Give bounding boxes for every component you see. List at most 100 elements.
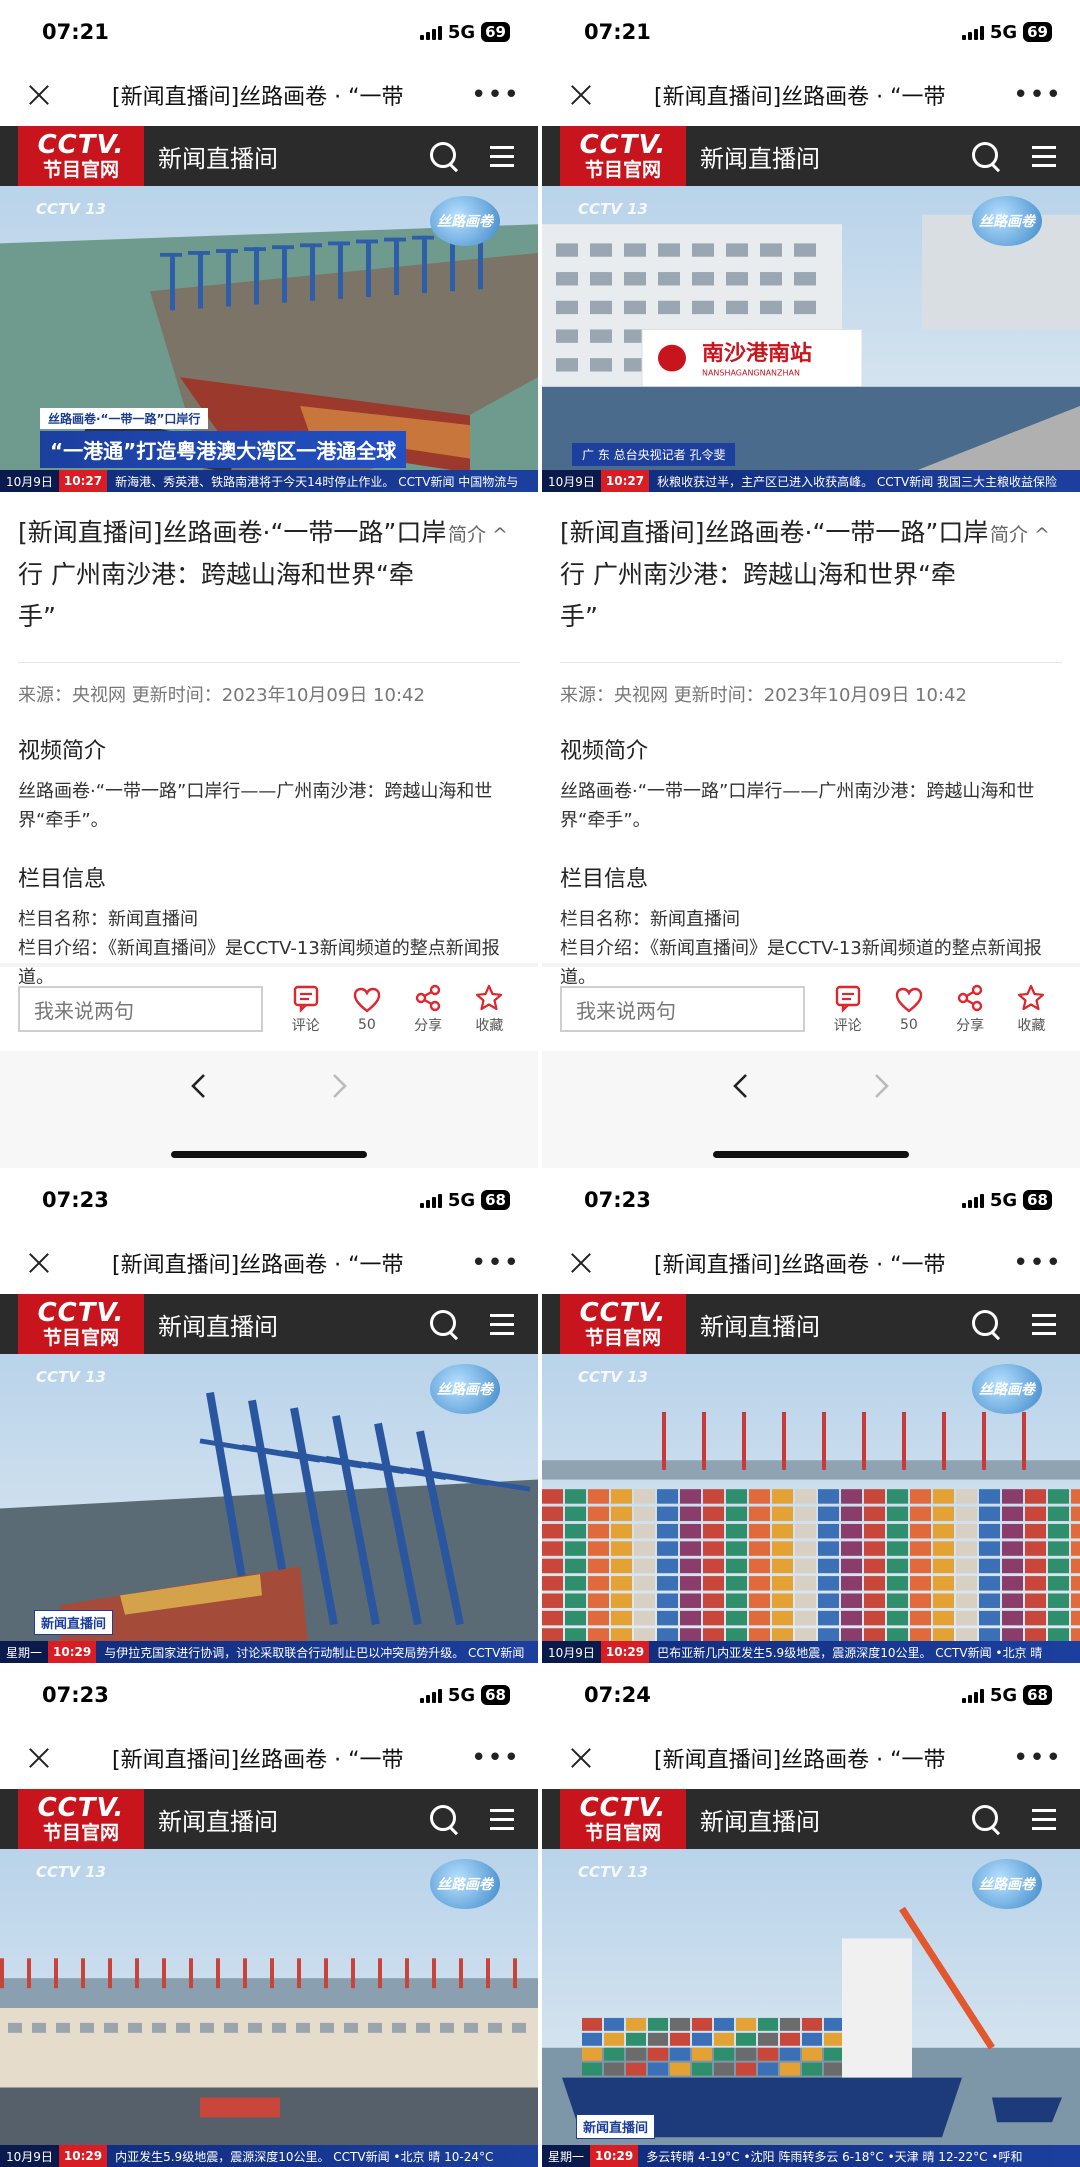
intro-toggle-button[interactable]: 简介 ^ (990, 512, 1062, 638)
phone-panel-6: 07:24 5G 68 [新闻直播间]丝路画卷 · “一带 ••• CCTV. … (542, 1663, 1080, 2167)
like-button[interactable]: 50 (878, 985, 939, 1033)
network-label: 5G (447, 1684, 476, 1706)
heart-icon (895, 987, 923, 1013)
comment-input[interactable]: 我来说两句 (18, 986, 264, 1032)
video-player[interactable]: CCTV 13 丝路画卷 新闻直播间 星期一 10:29 与伊拉克国家进行协调，… (0, 1354, 538, 1663)
silk-road-badge-icon: 丝路画卷 (972, 1364, 1042, 1414)
search-icon[interactable] (964, 1302, 1008, 1346)
more-icon[interactable]: ••• (1012, 1248, 1062, 1278)
status-bar: 07:24 5G 68 (542, 1663, 1080, 1727)
cctv-logo[interactable]: CCTV. 节目官网 (560, 1789, 686, 1849)
share-label: 分享 (956, 1018, 985, 1034)
menu-icon[interactable] (1022, 134, 1066, 178)
share-button[interactable]: 分享 (398, 983, 459, 1035)
favorite-button[interactable]: 收藏 (459, 983, 520, 1035)
search-icon[interactable] (422, 1797, 466, 1841)
silk-road-badge-icon: 丝路画卷 (972, 196, 1042, 246)
action-bar: 我来说两句 评论 50 分享 收藏 (542, 967, 1080, 1051)
source-meta: 来源：央视网 更新时间：2023年10月09日 10:42 (18, 685, 425, 706)
cctv-logo[interactable]: CCTV. 节目官网 (18, 1294, 144, 1354)
video-player[interactable]: CCTV 13 丝路画卷 10月9日 10:29 巴布亚新几内亚发生5.9级地震… (542, 1354, 1080, 1663)
comment-label: 评论 (833, 1018, 862, 1034)
cctv13-watermark: CCTV 13 (36, 1863, 106, 1881)
search-icon[interactable] (422, 1302, 466, 1346)
home-indicator[interactable] (171, 1151, 367, 1158)
logo-line2: 节目官网 (42, 1327, 119, 1349)
comment-button[interactable]: 评论 (817, 983, 878, 1035)
video-player[interactable]: CCTV 13 丝路画卷 新闻直播间 星期一 10:29 多云转晴 4-19°C… (542, 1849, 1080, 2167)
intro-toggle-button[interactable]: 简介 ^ (448, 512, 520, 638)
video-player[interactable]: CCTV 13 丝路画卷 丝路画卷·“一带一路”口岸行 “一港通”打造粤港澳大湾区… (0, 186, 538, 492)
close-icon[interactable] (560, 1242, 602, 1284)
more-icon[interactable]: ••• (1012, 80, 1062, 110)
back-arrow-icon[interactable] (184, 1071, 214, 1101)
more-icon[interactable]: ••• (470, 80, 520, 110)
cctv-logo[interactable]: CCTV. 节目官网 (560, 126, 686, 186)
share-button[interactable]: 分享 (940, 983, 1001, 1035)
channel-name: 新闻直播间 (158, 1312, 278, 1341)
logo-line2: 节目官网 (42, 1822, 119, 1844)
star-icon (476, 984, 503, 1011)
comment-input[interactable]: 我来说两句 (560, 986, 806, 1032)
ticker-date: 10月9日 (0, 2145, 59, 2167)
menu-icon[interactable] (1022, 1302, 1066, 1346)
comment-icon (293, 985, 318, 1013)
more-icon[interactable]: ••• (1012, 1743, 1062, 1773)
status-bar: 07:23 5G 68 (0, 1168, 538, 1232)
silk-road-badge-icon: 丝路画卷 (972, 1859, 1042, 1909)
favorite-button[interactable]: 收藏 (1001, 983, 1062, 1035)
logo-line1: CCTV. (579, 1793, 667, 1823)
close-icon[interactable] (18, 1242, 60, 1284)
close-icon[interactable] (560, 1737, 602, 1779)
video-player[interactable]: 南沙港南站 NANSHAGANGNANZHAN CCTV 13 丝路画卷 广 东 … (542, 186, 1080, 492)
cctv13-watermark: CCTV 13 (578, 200, 648, 218)
forward-arrow-icon[interactable] (324, 1071, 354, 1101)
video-player[interactable]: CCTV 13 丝路画卷 10月9日 10:29 内亚发生5.9级地震，震源深度… (0, 1849, 538, 2167)
cctv-logo[interactable]: CCTV. 节目官网 (560, 1294, 686, 1354)
menu-icon[interactable] (480, 1797, 524, 1841)
column-name: 栏目名称：新闻直播间 (18, 909, 198, 930)
reporter-caption: 广 东 总台央视记者 孔令斐 (572, 443, 736, 466)
status-indicators: 5G 68 (961, 1190, 1052, 1211)
signal-icon (961, 1192, 984, 1208)
back-arrow-icon[interactable] (726, 1071, 756, 1101)
comment-button[interactable]: 评论 (275, 983, 336, 1035)
webview-title: [新闻直播间]丝路画卷 · “一带 (112, 1748, 404, 1773)
divider (18, 662, 520, 663)
home-indicator[interactable] (713, 1151, 909, 1158)
close-icon[interactable] (18, 74, 60, 116)
forward-arrow-icon[interactable] (866, 1071, 896, 1101)
home-indicator-area (0, 1121, 538, 1168)
cctv-logo[interactable]: CCTV. 节目官网 (18, 126, 144, 186)
close-icon[interactable] (560, 74, 602, 116)
menu-icon[interactable] (480, 134, 524, 178)
more-icon[interactable]: ••• (470, 1248, 520, 1278)
menu-icon[interactable] (480, 1302, 524, 1346)
status-indicators: 5G 68 (961, 1685, 1052, 1706)
like-count: 50 (358, 1017, 376, 1033)
webview-topbar: [新闻直播间]丝路画卷 · “一带 ••• (0, 64, 538, 126)
video-title-line1: [新闻直播间]丝路画卷·“一带一路”口岸 (18, 518, 447, 547)
battery-icon: 68 (481, 1190, 510, 1210)
network-label: 5G (989, 21, 1018, 43)
search-icon[interactable] (422, 134, 466, 178)
webview-title: [新闻直播间]丝路画卷 · “一带 (654, 1253, 946, 1278)
close-icon[interactable] (18, 1737, 60, 1779)
share-icon (957, 984, 983, 1012)
more-icon[interactable]: ••• (470, 1743, 520, 1773)
cctv-logo[interactable]: CCTV. 节目官网 (18, 1789, 144, 1849)
webview-topbar: [新闻直播间]丝路画卷 · “一带 ••• (542, 64, 1080, 126)
heart-icon (353, 987, 381, 1013)
webview-topbar: [新闻直播间]丝路画卷 · “一带 ••• (542, 1727, 1080, 1789)
cctv13-watermark: CCTV 13 (578, 1863, 648, 1881)
search-icon[interactable] (964, 1797, 1008, 1841)
logo-line1: CCTV. (579, 130, 667, 160)
site-header: CCTV. 节目官网 新闻直播间 (0, 1294, 538, 1354)
search-icon[interactable] (964, 134, 1008, 178)
channel-name: 新闻直播间 (700, 144, 820, 173)
battery-icon: 69 (481, 22, 510, 42)
menu-icon[interactable] (1022, 1797, 1066, 1841)
like-button[interactable]: 50 (336, 985, 397, 1033)
ticker-text: 巴布亚新几内亚发生5.9级地震，震源深度10公里。 CCTV新闻 •北京 晴 (657, 1645, 1043, 1660)
divider (560, 662, 1062, 663)
